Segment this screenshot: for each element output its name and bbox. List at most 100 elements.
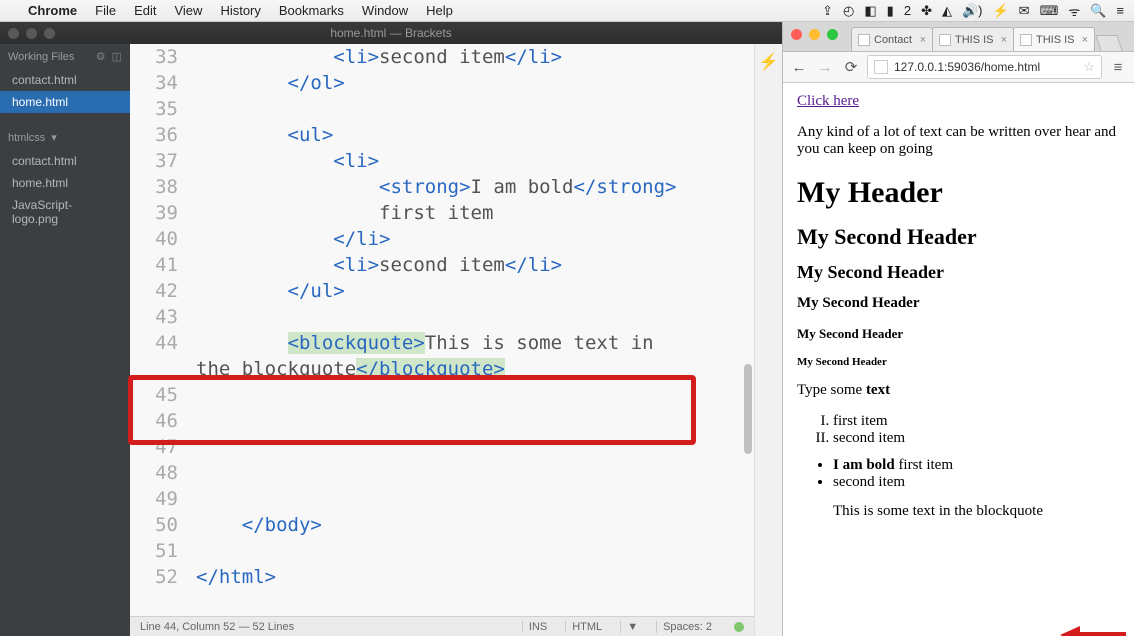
chrome-window: Contact × THIS IS × THIS IS × ← → ⟳	[782, 22, 1134, 636]
heading-h6: My Second Header	[797, 356, 1120, 368]
menu-history[interactable]: History	[220, 3, 260, 18]
status-icon[interactable]: ◧	[864, 3, 876, 19]
browser-tab[interactable]: THIS IS ×	[932, 27, 1014, 51]
status-icon[interactable]: ✤	[921, 3, 932, 19]
status-icon[interactable]: ▮	[887, 3, 894, 19]
maximize-icon[interactable]	[827, 29, 838, 40]
active-app-name[interactable]: Chrome	[28, 3, 77, 18]
window-controls	[791, 29, 838, 40]
favicon-icon	[939, 34, 951, 46]
heading-h4: My Second Header	[797, 295, 1120, 312]
back-button[interactable]: ←	[789, 57, 809, 77]
project-file-item[interactable]: JavaScript-logo.png	[0, 194, 130, 230]
indent-setting[interactable]: Spaces: 2	[656, 621, 718, 633]
close-tab-icon[interactable]: ×	[1079, 34, 1088, 46]
browser-tab[interactable]: THIS IS ×	[1013, 27, 1095, 51]
blockquote-text: This is some text in the blockquote	[833, 503, 1120, 520]
url-text: 127.0.0.1:59036/home.html	[894, 60, 1040, 74]
maximize-icon[interactable]	[44, 28, 55, 39]
language-mode[interactable]: HTML	[565, 621, 608, 633]
list-item: I am bold first item	[833, 457, 1120, 474]
close-icon[interactable]	[791, 29, 802, 40]
close-icon[interactable]	[8, 28, 19, 39]
status-icon[interactable]: ◭	[942, 3, 952, 19]
code-editor[interactable]: 33 34 35 36 37 38 39 40 41 42 43 44 45 4…	[130, 44, 754, 616]
brackets-titlebar[interactable]: home.html — Brackets	[0, 22, 782, 44]
tab-label: THIS IS	[955, 34, 994, 46]
menu-bookmarks[interactable]: Bookmarks	[279, 3, 344, 18]
status-icon[interactable]: ⚡	[992, 3, 1008, 19]
status-icon[interactable]: ᯤ	[1068, 2, 1080, 20]
status-bar: Line 44, Column 52 — 52 Lines INS HTML ▼…	[130, 616, 754, 636]
address-bar[interactable]: 127.0.0.1:59036/home.html ☆	[867, 55, 1102, 79]
page-icon	[874, 60, 888, 74]
live-preview-icon[interactable]: ⚡	[759, 52, 779, 72]
brackets-sidebar: Working Files ⚙◫ contact.html home.html …	[0, 44, 130, 636]
line-number-gutter: 33 34 35 36 37 38 39 40 41 42 43 44 45 4…	[130, 44, 196, 616]
browser-tab[interactable]: Contact ×	[851, 27, 933, 51]
status-icon[interactable]: ⇪	[822, 3, 833, 19]
editor-area: 33 34 35 36 37 38 39 40 41 42 43 44 45 4…	[130, 44, 754, 636]
brackets-window: home.html — Brackets Working Files ⚙ ◫ co…	[0, 22, 782, 636]
minimize-icon[interactable]	[26, 28, 37, 39]
minimize-icon[interactable]	[809, 29, 820, 40]
menu-help[interactable]: Help	[426, 3, 453, 18]
ordered-list: first item second item	[833, 413, 1120, 447]
menu-edit[interactable]: Edit	[134, 3, 156, 18]
dropdown-icon[interactable]: ▼	[620, 621, 644, 633]
notification-center-icon[interactable]: ≡	[1116, 3, 1124, 18]
type-some-text: Type some text	[797, 382, 1120, 399]
spotlight-icon[interactable]: 🔍	[1090, 3, 1106, 19]
vertical-scrollbar[interactable]	[743, 44, 752, 616]
mac-menubar: Chrome File Edit View History Bookmarks …	[0, 0, 1134, 22]
status-icon[interactable]: ◴	[843, 3, 854, 19]
project-header[interactable]: htmlcss ▾	[0, 125, 130, 150]
insert-mode[interactable]: INS	[522, 621, 553, 633]
menu-view[interactable]: View	[174, 3, 202, 18]
rendered-page: Click here Any kind of a lot of text can…	[783, 83, 1134, 636]
linting-status-icon[interactable]	[734, 622, 744, 632]
menu-window[interactable]: Window	[362, 3, 408, 18]
bookmark-star-icon[interactable]: ☆	[1083, 59, 1095, 75]
heading-h5: My Second Header	[797, 326, 1120, 342]
tab-label: THIS IS	[1036, 34, 1075, 46]
page-link[interactable]: Click here	[797, 93, 859, 109]
tab-label: Contact	[874, 34, 912, 46]
list-item: second item	[833, 474, 1120, 491]
window-controls	[8, 28, 55, 39]
project-name: htmlcss	[8, 132, 45, 144]
chevron-down-icon: ▾	[51, 131, 57, 144]
status-icon[interactable]: ✉	[1019, 3, 1030, 19]
list-item: first item	[833, 413, 1120, 430]
annotation-arrow	[1058, 623, 1128, 636]
menubar-status-icons: ⇪ ◴ ◧ ▮ 2 ✤ ◭ 🔊) ⚡ ✉ ⌨ ᯤ 🔍 ≡	[822, 2, 1124, 20]
working-file-item[interactable]: home.html	[0, 91, 130, 113]
project-file-item[interactable]: home.html	[0, 172, 130, 194]
new-tab-button[interactable]	[1095, 35, 1122, 51]
status-icon[interactable]: 🔊)	[962, 3, 983, 19]
favicon-icon	[858, 34, 870, 46]
status-icon[interactable]: ⌨	[1040, 3, 1059, 19]
heading-h3: My Second Header	[797, 262, 1120, 283]
working-files-header[interactable]: Working Files ⚙ ◫	[0, 44, 130, 69]
status-icon[interactable]: 2	[904, 3, 911, 18]
cursor-position: Line 44, Column 52 — 52 Lines	[140, 621, 294, 633]
close-tab-icon[interactable]: ×	[917, 34, 926, 46]
split-icon[interactable]: ◫	[112, 50, 122, 63]
scrollbar-thumb[interactable]	[744, 364, 752, 454]
window-title: home.html — Brackets	[330, 26, 451, 40]
heading-h2: My Second Header	[797, 224, 1120, 250]
chrome-tabstrip: Contact × THIS IS × THIS IS ×	[783, 22, 1134, 51]
list-item: second item	[833, 430, 1120, 447]
reload-button[interactable]: ⟳	[841, 57, 861, 77]
gear-icon[interactable]: ⚙	[96, 50, 106, 63]
close-tab-icon[interactable]: ×	[998, 34, 1007, 46]
working-files-label: Working Files	[8, 51, 74, 63]
chrome-menu-icon[interactable]: ≡	[1108, 59, 1128, 76]
unordered-list: I am bold first item second item	[833, 457, 1120, 491]
forward-button[interactable]: →	[815, 57, 835, 77]
menu-file[interactable]: File	[95, 3, 116, 18]
code-content[interactable]: <li>second item</li> </ol> <ul> <li> <st…	[196, 44, 754, 616]
working-file-item[interactable]: contact.html	[0, 69, 130, 91]
project-file-item[interactable]: contact.html	[0, 150, 130, 172]
